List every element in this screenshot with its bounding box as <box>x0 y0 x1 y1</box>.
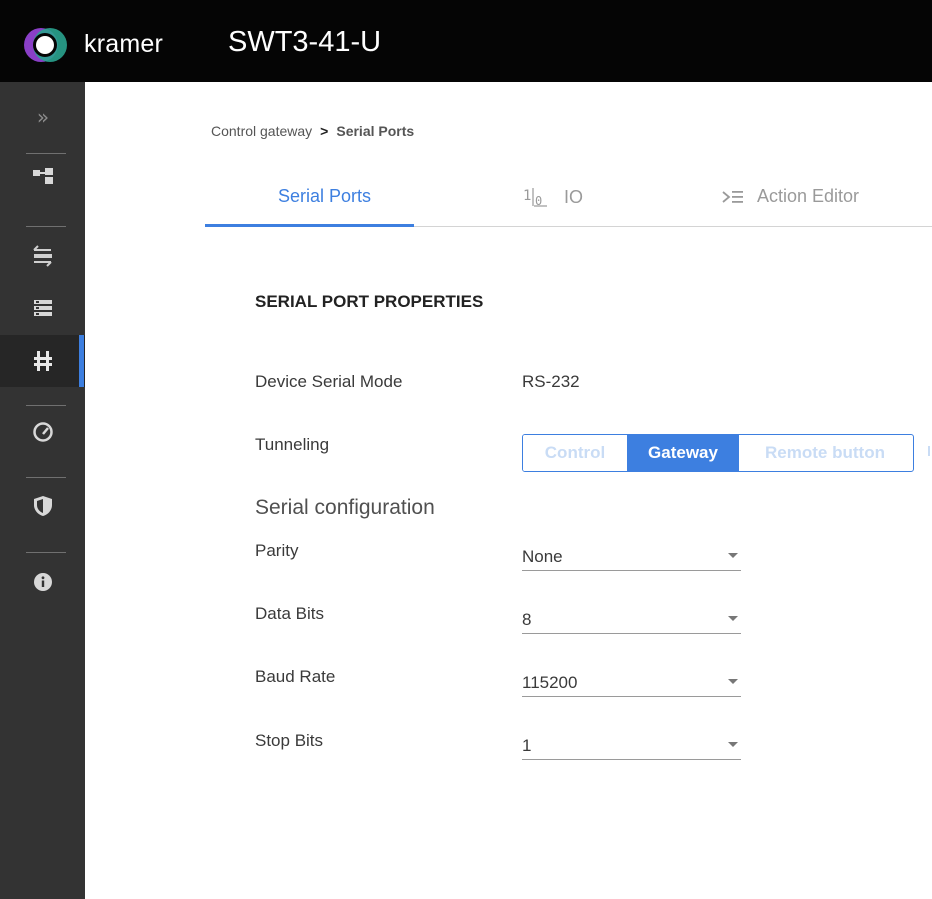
top-header-bar: kramer SWT3-41-U <box>0 0 932 82</box>
parity-select[interactable]: None <box>522 540 741 571</box>
sidebar-divider <box>26 552 66 553</box>
chevron-down-icon <box>728 616 738 621</box>
tab-action-editor-label: Action Editor <box>757 186 860 206</box>
sidebar-divider <box>26 153 66 154</box>
clipped-toggle-edge <box>928 446 930 456</box>
section-title: SERIAL PORT PROPERTIES <box>255 292 484 311</box>
baud-rate-select[interactable]: 115200 <box>522 666 741 697</box>
chevron-down-icon <box>728 679 738 684</box>
stop-bits-select[interactable]: 1 <box>522 729 741 760</box>
breadcrumb-current: Serial Ports <box>336 123 415 139</box>
sidebar-divider <box>26 477 66 478</box>
breadcrumb: Control gateway > Serial Ports <box>211 123 414 139</box>
kramer-logo-icon <box>24 28 67 62</box>
sidebar-active-indicator <box>79 335 84 387</box>
tab-io-label: IO <box>564 186 584 207</box>
info-icon[interactable] <box>27 566 59 598</box>
sidebar: » <box>0 82 85 899</box>
tab-action-editor[interactable]: Action Editor <box>721 186 859 207</box>
baud-rate-label: Baud Rate <box>255 667 336 686</box>
device-serial-mode-value: RS-232 <box>522 372 580 391</box>
info-glyph <box>34 573 52 591</box>
parity-label: Parity <box>255 541 299 560</box>
action-editor-icon <box>722 190 743 203</box>
data-bits-value: 8 <box>522 610 532 629</box>
io-icon: 1 0 <box>523 188 547 208</box>
sidebar-divider <box>26 405 66 406</box>
network-topology-glyph <box>33 168 53 184</box>
brand-name: kramer <box>84 30 163 58</box>
baud-rate-value: 115200 <box>522 673 578 692</box>
auto-switching-glyph <box>33 245 52 267</box>
active-tab-underline <box>205 224 414 227</box>
breadcrumb-parent[interactable]: Control gateway <box>211 123 312 139</box>
dashboard-gauge-icon[interactable] <box>27 416 59 448</box>
tunneling-option-remote-button[interactable]: Remote button <box>739 435 911 471</box>
device-settings-glyph <box>34 300 52 316</box>
chevron-down-icon <box>728 553 738 558</box>
data-bits-label: Data Bits <box>255 604 324 623</box>
tunneling-toggle-group: Control Gateway Remote button <box>522 434 914 472</box>
stop-bits-value: 1 <box>522 736 532 755</box>
sidebar-divider <box>26 226 66 227</box>
breadcrumb-separator: > <box>320 123 329 139</box>
network-topology-icon[interactable] <box>27 160 59 192</box>
control-gateway-icon[interactable] <box>27 345 59 377</box>
parity-value: None <box>522 547 563 566</box>
tunneling-label: Tunneling <box>255 435 330 454</box>
tab-io[interactable]: 1 0 IO <box>522 186 584 209</box>
security-shield-icon[interactable] <box>27 490 59 522</box>
device-serial-mode-label: Device Serial Mode <box>255 372 403 391</box>
svg-text:1: 1 <box>523 188 531 204</box>
security-shield-glyph <box>34 496 52 516</box>
tab-serial-ports-label: Serial Ports <box>278 186 372 206</box>
tunneling-option-gateway[interactable]: Gateway <box>627 435 739 471</box>
control-gateway-glyph <box>34 351 52 371</box>
chevron-down-icon <box>728 742 738 747</box>
auto-switching-icon[interactable] <box>27 240 59 272</box>
serial-configuration-title: Serial configuration <box>255 496 435 519</box>
tab-serial-ports[interactable]: Serial Ports <box>278 186 371 207</box>
dashboard-gauge-glyph <box>33 422 53 442</box>
data-bits-select[interactable]: 8 <box>522 603 741 634</box>
device-title: SWT3-41-U <box>228 26 382 58</box>
tunneling-option-control[interactable]: Control <box>523 435 627 471</box>
device-settings-icon[interactable] <box>27 292 59 324</box>
expand-chevrons-icon[interactable]: » <box>27 101 59 133</box>
stop-bits-label: Stop Bits <box>255 731 324 750</box>
